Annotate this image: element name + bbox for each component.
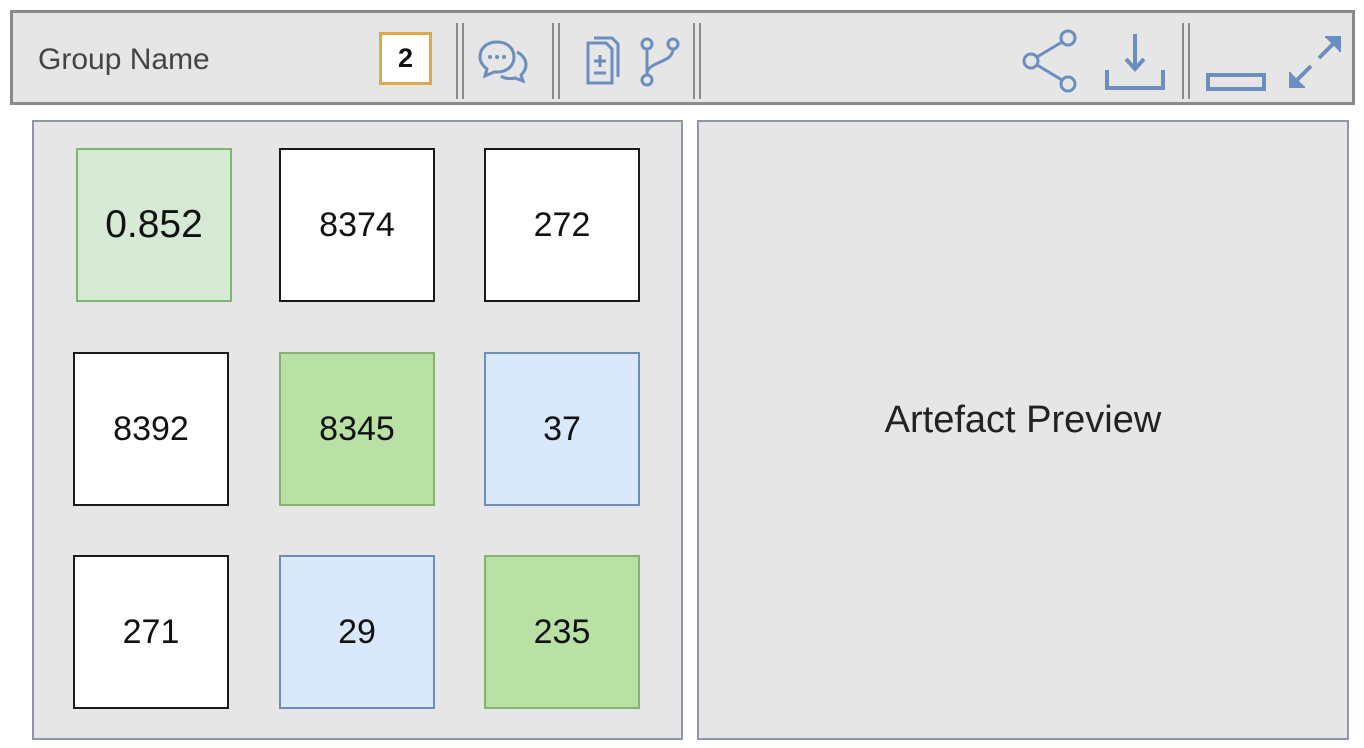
- artefact-tile[interactable]: 8345: [279, 352, 435, 506]
- group-name-label: Group Name: [38, 43, 210, 76]
- artefact-tile[interactable]: 271: [73, 555, 229, 709]
- toolbar-separator: [456, 23, 464, 99]
- comment-icon[interactable]: [477, 38, 529, 84]
- artefact-preview-label: Artefact Preview: [884, 398, 1162, 441]
- toolbar-separator: [693, 23, 701, 99]
- artefact-tile[interactable]: 8392: [73, 352, 229, 506]
- artefact-grid-panel: 0.852 8374 272 8392 8345 37 271 29 235: [32, 120, 683, 740]
- expand-icon[interactable]: [1286, 33, 1344, 91]
- toolbar-separator: [552, 23, 560, 99]
- download-icon[interactable]: [1103, 30, 1167, 92]
- branch-icon[interactable]: [637, 35, 683, 89]
- group-toolbar: Group Name 2: [10, 10, 1355, 105]
- toolbar-separator: [1182, 23, 1190, 99]
- add-document-icon[interactable]: [578, 35, 620, 89]
- artefact-preview-panel: Artefact Preview: [697, 120, 1349, 740]
- minimize-icon[interactable]: [1206, 71, 1266, 93]
- share-icon[interactable]: [1019, 28, 1081, 94]
- artefact-tile[interactable]: 37: [484, 352, 640, 506]
- artefact-tile[interactable]: 29: [279, 555, 435, 709]
- artefact-tile[interactable]: 235: [484, 555, 640, 709]
- artefact-tile[interactable]: 272: [484, 148, 640, 302]
- count-badge[interactable]: 2: [379, 32, 432, 85]
- artefact-tile[interactable]: 0.852: [76, 148, 232, 302]
- artefact-tile[interactable]: 8374: [279, 148, 435, 302]
